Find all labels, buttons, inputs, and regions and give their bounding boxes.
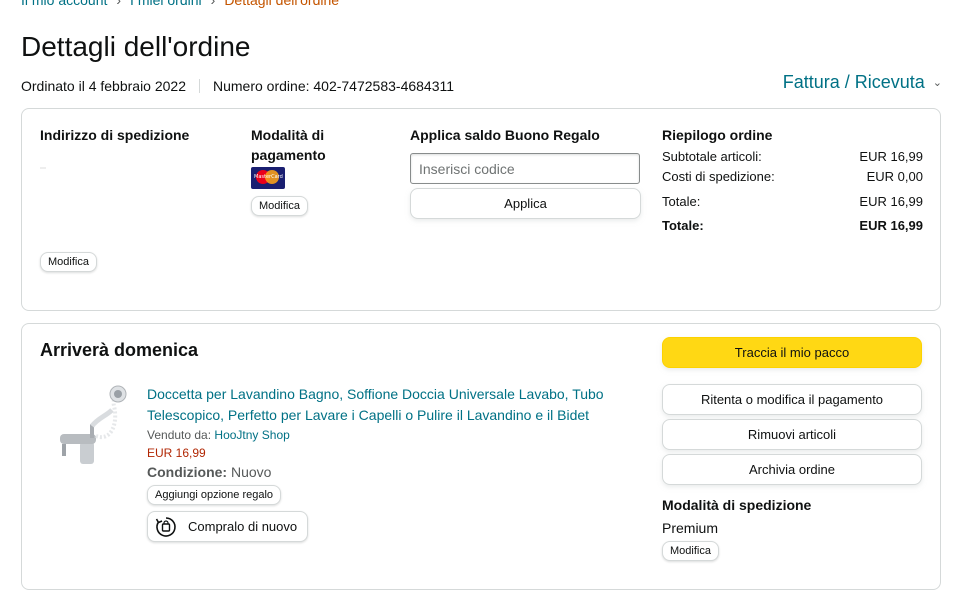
track-package-button[interactable]: Traccia il mio pacco — [662, 337, 922, 368]
card-brand-text: MasterCard — [254, 174, 283, 180]
add-gift-option-button[interactable]: Aggiungi opzione regalo — [147, 485, 282, 505]
summary-label: Subtotale articoli: — [662, 149, 762, 164]
remove-items-button[interactable]: Rimuovi articoli — [662, 419, 922, 450]
shipping-address-section: Indirizzo di spedizione — [40, 125, 230, 169]
shipping-address-modify-button[interactable]: Modifica — [40, 252, 97, 272]
buy-again-icon — [155, 516, 176, 537]
shipping-method-value: Premium — [662, 520, 719, 536]
order-summary-section: Riepilogo ordine Subtotale articoli: EUR… — [662, 125, 923, 236]
breadcrumb-account-link[interactable]: Il mio account — [21, 0, 107, 8]
order-meta: Ordinato il 4 febbraio 2022 Numero ordin… — [21, 78, 454, 94]
redacted-address — [40, 167, 46, 169]
summary-row-grand-total: Totale: EUR 16,99 — [662, 216, 923, 236]
buy-again-label: Compralo di nuovo — [188, 519, 298, 534]
product-info: Doccetta per Lavandino Bagno, Soffione D… — [147, 384, 627, 544]
payment-section: Modalità di pagamento MasterCard Modific… — [251, 125, 361, 216]
meta-divider — [199, 79, 200, 93]
order-summary-title: Riepilogo ordine — [662, 127, 773, 143]
summary-value: EUR 16,99 — [859, 194, 923, 209]
breadcrumb: Il mio account › I miei ordini › Dettagli de… — [21, 0, 339, 8]
gift-card-section: Applica saldo Buono Regalo Applica — [410, 125, 642, 219]
breadcrumb-separator: › — [210, 0, 216, 8]
breadcrumb-orders-link[interactable]: I miei ordini — [130, 0, 202, 8]
summary-label: Totale: — [662, 194, 701, 209]
summary-row-shipping: Costi di spedizione: EUR 0,00 — [662, 167, 923, 187]
invoice-dropdown[interactable]: Fattura / Ricevuta ⌄ — [783, 72, 942, 93]
breadcrumb-separator: › — [116, 0, 122, 8]
shipping-method-title: Modalità di spedizione — [662, 497, 812, 513]
shipping-address-modify-wrap: Modifica — [40, 252, 97, 272]
arrival-status: Arriverà domenica — [40, 340, 199, 360]
payment-title: Modalità di pagamento — [251, 127, 326, 163]
chevron-down-icon: ⌄ — [932, 77, 942, 89]
order-number: Numero ordine: 402-7472583-4684311 — [213, 78, 455, 94]
page-title: Dettagli dell'ordine — [21, 31, 251, 62]
product-title-link[interactable]: Doccetta per Lavandino Bagno, Soffione D… — [147, 384, 627, 426]
summary-value: EUR 0,00 — [866, 169, 923, 184]
order-info-card: Indirizzo di spedizione Modifica Modalit… — [21, 108, 941, 311]
gift-card-title: Applica saldo Buono Regalo — [410, 127, 600, 143]
retry-payment-button[interactable]: Ritenta o modifica il pagamento — [662, 384, 922, 415]
buy-again-button[interactable]: Compralo di nuovo — [147, 511, 309, 542]
shipping-address-title: Indirizzo di spedizione — [40, 127, 190, 143]
breadcrumb-current: Dettagli dell'ordine — [224, 0, 340, 8]
mastercard-icon: MasterCard — [251, 167, 285, 189]
order-date: Ordinato il 4 febbraio 2022 — [21, 78, 186, 94]
product-condition: Condizione: Nuovo — [147, 464, 627, 480]
archive-order-button[interactable]: Archivia ordine — [662, 454, 922, 485]
summary-row-subtotal: Subtotale articoli: EUR 16,99 — [662, 147, 923, 167]
sold-by-label: Venduto da: — [147, 428, 212, 442]
summary-label: Costi di spedizione: — [662, 169, 775, 184]
apply-gift-button[interactable]: Applica — [410, 188, 641, 219]
order-actions: Traccia il mio pacco Ritenta o modifica … — [662, 337, 922, 561]
seller-line: Venduto da: HooJtny Shop — [147, 428, 627, 442]
gift-code-input[interactable] — [410, 153, 640, 184]
shipment-card: Arriverà domenica Doccetta per Lavandino… — [21, 323, 941, 590]
summary-label: Totale: — [662, 218, 704, 233]
summary-value: EUR 16,99 — [859, 218, 923, 233]
payment-modify-button[interactable]: Modifica — [251, 196, 308, 216]
seller-link[interactable]: HooJtny Shop — [214, 428, 289, 442]
invoice-label: Fattura / Ricevuta — [782, 72, 925, 92]
product-price: EUR 16,99 — [147, 446, 206, 460]
shipping-method-modify-button[interactable]: Modifica — [662, 541, 719, 561]
condition-value: Nuovo — [231, 464, 272, 480]
summary-row-total: Totale: EUR 16,99 — [662, 192, 923, 212]
condition-label: Condizione: — [147, 464, 228, 480]
product-image[interactable] — [52, 382, 132, 472]
summary-value: EUR 16,99 — [859, 149, 923, 164]
